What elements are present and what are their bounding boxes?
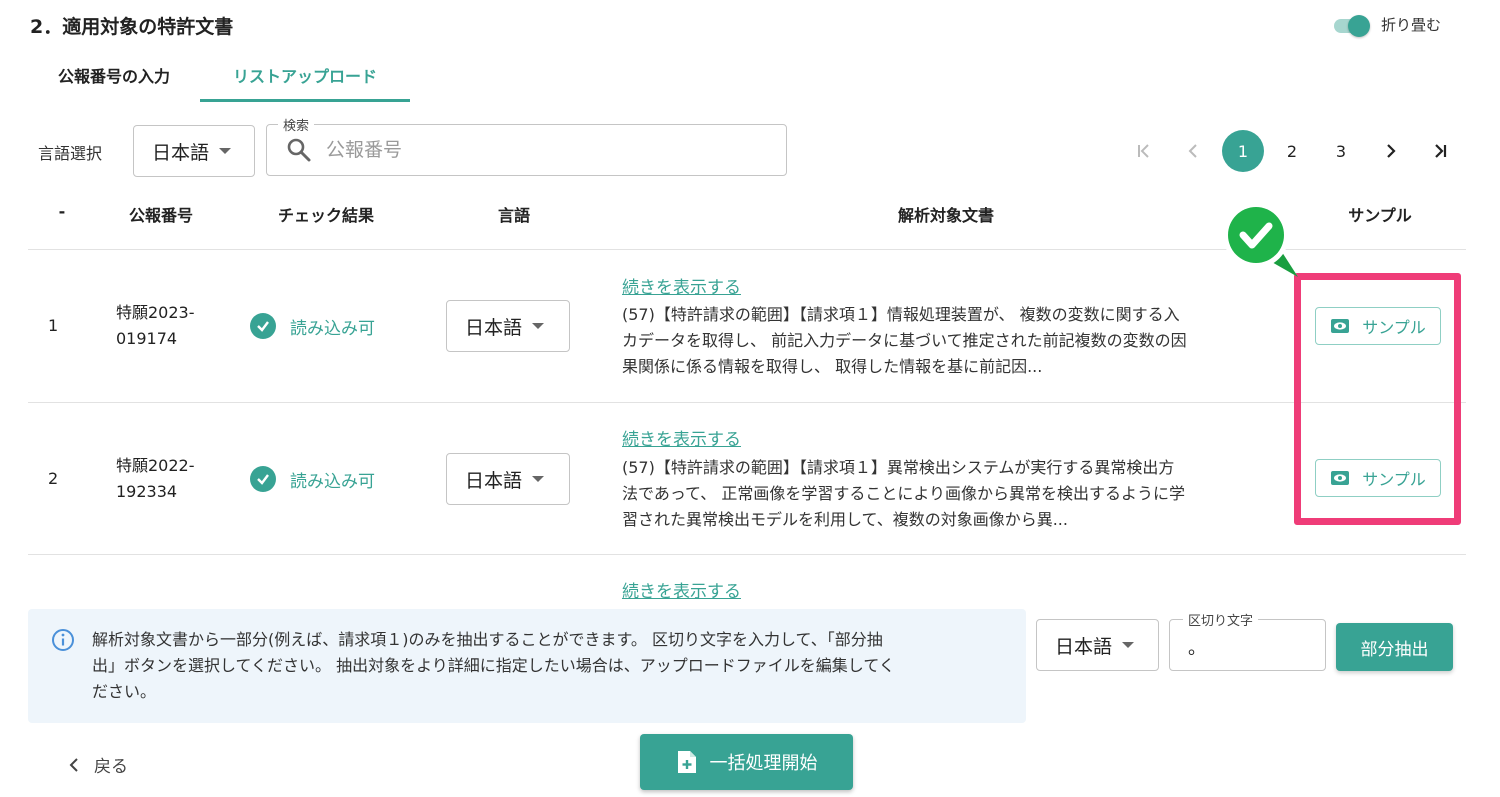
toggle-knob <box>1348 15 1370 37</box>
delimiter-input[interactable] <box>1188 634 1308 660</box>
row-2-id-line2: 192334 <box>116 482 178 501</box>
caret-down-icon <box>219 148 232 154</box>
back-label: 戻る <box>94 757 128 777</box>
section-title: 2．適用対象の特許文書 <box>30 16 234 38</box>
row-1-language-value: 日本語 <box>465 316 523 339</box>
tab-publication-number-input[interactable]: 公報番号の入力 <box>30 60 198 102</box>
search-input[interactable] <box>326 137 766 163</box>
caret-down-icon <box>532 476 545 482</box>
first-page-button[interactable] <box>1123 130 1165 172</box>
page-1-button[interactable]: 1 <box>1222 130 1264 172</box>
next-page-button[interactable] <box>1370 130 1412 172</box>
check-circle-icon <box>250 313 276 339</box>
language-select-label: 言語選択 <box>38 144 103 163</box>
row-1-id-line1: 特願2023- <box>116 303 195 322</box>
tab-list-upload[interactable]: リストアップロード <box>200 60 410 102</box>
info-line-1: 解析対象文書から一部分(例えば、請求項１)のみを抽出することができます。 区切り… <box>92 630 883 649</box>
caret-down-icon <box>532 323 545 329</box>
row-2-index: 2 <box>48 469 59 488</box>
back-button[interactable]: 戻る <box>68 752 128 777</box>
column-header-index: - <box>58 202 66 221</box>
check-badge-icon <box>1223 202 1298 277</box>
row-1-excerpt-line-3: 果関係に係る情報を取得し、 取得した情報を基に前記因... <box>622 357 1043 376</box>
row-1-index: 1 <box>48 316 59 335</box>
toggle-label: 折り畳む <box>1381 16 1442 34</box>
language-select[interactable]: 日本語 <box>133 125 255 177</box>
extract-language-select[interactable]: 日本語 <box>1036 619 1159 671</box>
next-page-icon <box>1387 144 1396 158</box>
row-divider <box>28 554 1466 555</box>
caret-down-icon <box>1122 642 1135 648</box>
row-2-show-more-link[interactable]: 続きを表示する <box>622 425 741 450</box>
row-1-excerpt-line-1: (57)【特許請求の範囲】【請求項１】情報処理装置が、 複数の変数に関する入 <box>622 305 1180 324</box>
first-page-icon <box>1138 144 1149 158</box>
page-3-button[interactable]: 3 <box>1320 130 1362 172</box>
row-2-excerpt-line-2: 法であって、 正常画像を学習することにより画像から異常を検出するように学 <box>622 484 1186 503</box>
info-line-3: ださい。 <box>92 682 157 701</box>
sample-column-highlight <box>1294 273 1461 525</box>
search-icon <box>287 138 311 162</box>
row-1-id-line2: 019174 <box>116 329 178 348</box>
collapse-toggle[interactable] <box>1332 14 1370 37</box>
file-plus-icon <box>677 751 696 773</box>
check-circle-icon <box>250 466 276 492</box>
info-text: 解析対象文書から一部分(例えば、請求項１)のみを抽出することができます。 区切り… <box>92 627 1017 705</box>
row-1-check-text: 読み込み可 <box>290 318 375 339</box>
language-select-value: 日本語 <box>152 141 210 164</box>
search-label: 検索 <box>278 115 315 134</box>
column-header-language: 言語 <box>497 206 530 225</box>
row-2-publication-number: 特願2022- 192334 <box>116 453 195 505</box>
row-1-excerpt-line-2: カデータを取得し、 前記入力データに基づいて推定された前記複数の変数の因 <box>622 331 1187 350</box>
row-2-check-text: 読み込み可 <box>290 471 375 492</box>
last-page-button[interactable] <box>1419 130 1461 172</box>
row-1-language-select[interactable]: 日本語 <box>446 300 570 352</box>
info-line-2: 出」ボタンを選択してください。 抽出対象をより詳細に指定したい場合は、アップロー… <box>92 656 895 675</box>
info-icon <box>52 629 74 651</box>
row-divider <box>28 402 1466 403</box>
column-header-sample: サンプル <box>1348 206 1412 225</box>
column-header-publication-number: 公報番号 <box>128 206 193 225</box>
partial-extract-button[interactable]: 部分抽出 <box>1336 623 1453 671</box>
row-2-id-line1: 特願2022- <box>116 456 195 475</box>
row-1-excerpt: (57)【特許請求の範囲】【請求項１】情報処理装置が、 複数の変数に関する入 カ… <box>622 302 1282 380</box>
column-header-check-result: チェック結果 <box>277 206 374 225</box>
row-2-excerpt-line-3: 習された異常検出モデルを利用して、複数の対象画像から異... <box>622 510 1068 529</box>
page-2-button[interactable]: 2 <box>1271 130 1313 172</box>
prev-page-icon <box>1188 144 1197 158</box>
batch-start-label: 一括処理開始 <box>709 753 818 774</box>
extract-language-value: 日本語 <box>1055 635 1113 658</box>
row-2-excerpt-line-1: (57)【特許請求の範囲】【請求項１】異常検出システムが実行する異常検出方 <box>622 458 1175 477</box>
row-2-language-value: 日本語 <box>465 469 523 492</box>
column-header-target-document: 解析対象文書 <box>897 206 994 225</box>
row-2-excerpt: (57)【特許請求の範囲】【請求項１】異常検出システムが実行する異常検出方 法で… <box>622 455 1282 533</box>
row-3-show-more-link[interactable]: 続きを表示する <box>622 577 741 602</box>
row-1-publication-number: 特願2023- 019174 <box>116 300 195 352</box>
chevron-left-icon <box>69 757 78 772</box>
batch-start-button[interactable]: 一括処理開始 <box>640 734 853 790</box>
row-2-check-result: 読み込み可 <box>250 466 375 492</box>
row-1-show-more-link[interactable]: 続きを表示する <box>622 273 741 298</box>
row-1-check-result: 読み込み可 <box>250 313 375 339</box>
delimiter-label: 区切り文字 <box>1183 610 1259 629</box>
row-2-language-select[interactable]: 日本語 <box>446 453 570 505</box>
last-page-icon <box>1435 144 1447 158</box>
prev-page-button[interactable] <box>1172 130 1214 172</box>
